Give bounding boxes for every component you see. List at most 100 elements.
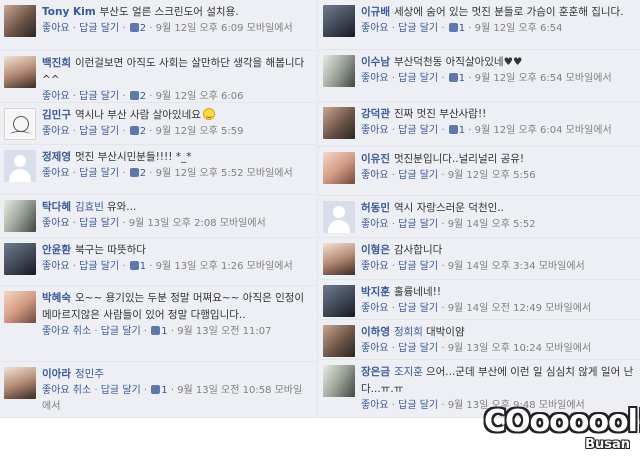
reply-link[interactable]: 답글 달기 (79, 218, 119, 229)
watermark-main-text: COoooool! (484, 404, 640, 439)
comment-text: 감사합니다 (393, 244, 443, 256)
like-link[interactable]: 좋아요 (361, 343, 389, 354)
like-link[interactable]: 좋아요 (42, 23, 70, 34)
comment-author-link[interactable]: 박지훈 (361, 286, 390, 298)
like-count[interactable]: 1 (459, 23, 465, 34)
like-link[interactable]: 좋아요 (361, 125, 389, 136)
comment-author-link[interactable]: 이유진 (361, 153, 390, 165)
like-count[interactable]: 1 (459, 125, 465, 136)
reply-link[interactable]: 답글 달기 (79, 91, 119, 102)
avatar[interactable] (323, 152, 355, 184)
reply-link[interactable]: 답글 달기 (398, 23, 438, 34)
comment-author-link[interactable]: 정제영 (42, 151, 71, 163)
like-count[interactable]: 1 (161, 385, 167, 396)
comment-item: 강덕관 진짜 멋진 부산사람!! 좋아요 · 답글 달기 · 1 · 9월 12일 … (319, 102, 640, 147)
reply-link[interactable]: 답글 달기 (101, 326, 141, 337)
comment-text: 부산도 얼른 스크린도어 설치용. (99, 6, 239, 18)
reply-link[interactable]: 답글 달기 (79, 23, 119, 34)
comment-text-line: 장은금 조지훈 으어...군데 부산에 이런 일 심심치 않게 일어 난다...ㅠ.… (361, 364, 634, 398)
comment-text-line: 이형은 감사합니다 (361, 242, 634, 259)
reply-link[interactable]: 답글 달기 (398, 261, 438, 272)
reply-link[interactable]: 답글 달기 (398, 219, 438, 230)
avatar[interactable] (4, 243, 36, 275)
reply-link[interactable]: 답글 달기 (79, 126, 119, 137)
reply-link[interactable]: 답글 달기 (79, 261, 119, 272)
like-link[interactable]: 좋아요 (42, 126, 70, 137)
comment-text: 역시 자랑스러운 덕천인.. (393, 202, 504, 214)
avatar[interactable] (4, 291, 36, 323)
comment-author-link[interactable]: 이하영 (361, 326, 390, 338)
like-thumb-icon (448, 125, 458, 134)
comment-author-link[interactable]: 장은금 (361, 366, 390, 378)
like-link[interactable]: 좋아요 취소 (42, 326, 91, 337)
avatar[interactable] (4, 200, 36, 232)
avatar[interactable] (323, 5, 355, 37)
avatar[interactable] (323, 325, 355, 357)
like-link[interactable]: 좋아요 (42, 168, 70, 179)
tagged-user-link[interactable]: 김효빈 (75, 201, 104, 213)
like-link[interactable]: 좋아요 (361, 261, 389, 272)
like-count[interactable]: 1 (161, 326, 167, 337)
like-link[interactable]: 좋아요 (42, 261, 70, 272)
like-link[interactable]: 좋아요 (361, 170, 389, 181)
avatar[interactable] (323, 285, 355, 317)
comment-author-link[interactable]: 이아라 (42, 368, 71, 380)
comment-body: 이유진 멋진분입니다..널리널리 공유! 좋아요 · 답글 달기 · 9월 12일 … (361, 151, 634, 184)
like-link[interactable]: 좋아요 (42, 91, 70, 102)
like-thumb-icon (448, 23, 458, 32)
comment-body: 안윤환 북구는 따뜻하다 좋아요 · 답글 달기 · 1 · 9월 13일 오후 1… (42, 242, 310, 275)
like-link[interactable]: 좋아요 (361, 303, 389, 314)
like-thumb-icon (129, 126, 139, 135)
avatar[interactable] (323, 365, 355, 397)
comment-author-link[interactable]: 박혜숙 (42, 292, 71, 304)
tagged-user-link[interactable]: 정민주 (75, 368, 104, 380)
comment-author-link[interactable]: 허동민 (361, 202, 390, 214)
avatar[interactable] (4, 56, 36, 88)
like-link[interactable]: 좋아요 취소 (42, 385, 91, 396)
comment-author-link[interactable]: 강덕관 (361, 108, 390, 120)
reply-link[interactable]: 답글 달기 (398, 400, 438, 411)
avatar[interactable] (4, 108, 36, 140)
comment-item: Tony Kim 부산도 얼른 스크린도어 설치용. 좋아요 · 답글 달기 · 2… (0, 0, 316, 51)
like-count[interactable]: 2 (140, 168, 146, 179)
reply-link[interactable]: 답글 달기 (398, 343, 438, 354)
comment-author-link[interactable]: Tony Kim (42, 6, 96, 18)
avatar[interactable] (323, 107, 355, 139)
reply-link[interactable]: 답글 달기 (398, 303, 438, 314)
watermark-logo: COoooool! Busan (484, 404, 640, 452)
comment-text: 유와... (106, 201, 137, 213)
reply-link[interactable]: 답글 달기 (79, 168, 119, 179)
reply-link[interactable]: 답글 달기 (398, 73, 438, 84)
comment-author-link[interactable]: 김민구 (42, 109, 71, 121)
like-link[interactable]: 좋아요 (361, 73, 389, 84)
like-link[interactable]: 좋아요 (361, 23, 389, 34)
avatar[interactable] (323, 55, 355, 87)
like-count[interactable]: 1 (459, 73, 465, 84)
comment-author-link[interactable]: 이규배 (361, 6, 390, 18)
like-link[interactable]: 좋아요 (361, 219, 389, 230)
tagged-user-link[interactable]: 조지훈 (394, 366, 423, 378)
comment-body: 탁다혜 김효빈 유와... 좋아요 · 답글 달기 · 9월 13일 오후 2:08 … (42, 199, 310, 232)
reply-link[interactable]: 답글 달기 (398, 170, 438, 181)
comment-author-link[interactable]: 탁다혜 (42, 201, 71, 213)
like-link[interactable]: 좋아요 (361, 400, 389, 411)
comment-item: 이하영 정희희 대박이얌 좋아요 · 답글 달기 · 9월 13일 오후 10:24 … (319, 320, 640, 360)
comment-author-link[interactable]: 이형은 (361, 244, 390, 256)
comment-author-link[interactable]: 이수남 (361, 56, 390, 68)
like-count[interactable]: 2 (140, 23, 146, 34)
like-count[interactable]: 2 (140, 91, 146, 102)
comment-text-line: 정제영 멋진 부산시민분들!!!! *_* (42, 149, 310, 166)
avatar[interactable] (4, 5, 36, 37)
comment-author-link[interactable]: 안윤환 (42, 244, 71, 256)
like-count[interactable]: 1 (140, 261, 146, 272)
avatar[interactable] (4, 367, 36, 399)
reply-link[interactable]: 답글 달기 (101, 385, 141, 396)
reply-link[interactable]: 답글 달기 (398, 125, 438, 136)
comment-author-link[interactable]: 백진희 (42, 57, 71, 69)
avatar[interactable] (323, 201, 355, 233)
like-link[interactable]: 좋아요 (42, 218, 70, 229)
tagged-user-link[interactable]: 정희희 (394, 326, 423, 338)
avatar[interactable] (4, 150, 36, 182)
like-count[interactable]: 2 (140, 126, 146, 137)
avatar[interactable] (323, 243, 355, 275)
